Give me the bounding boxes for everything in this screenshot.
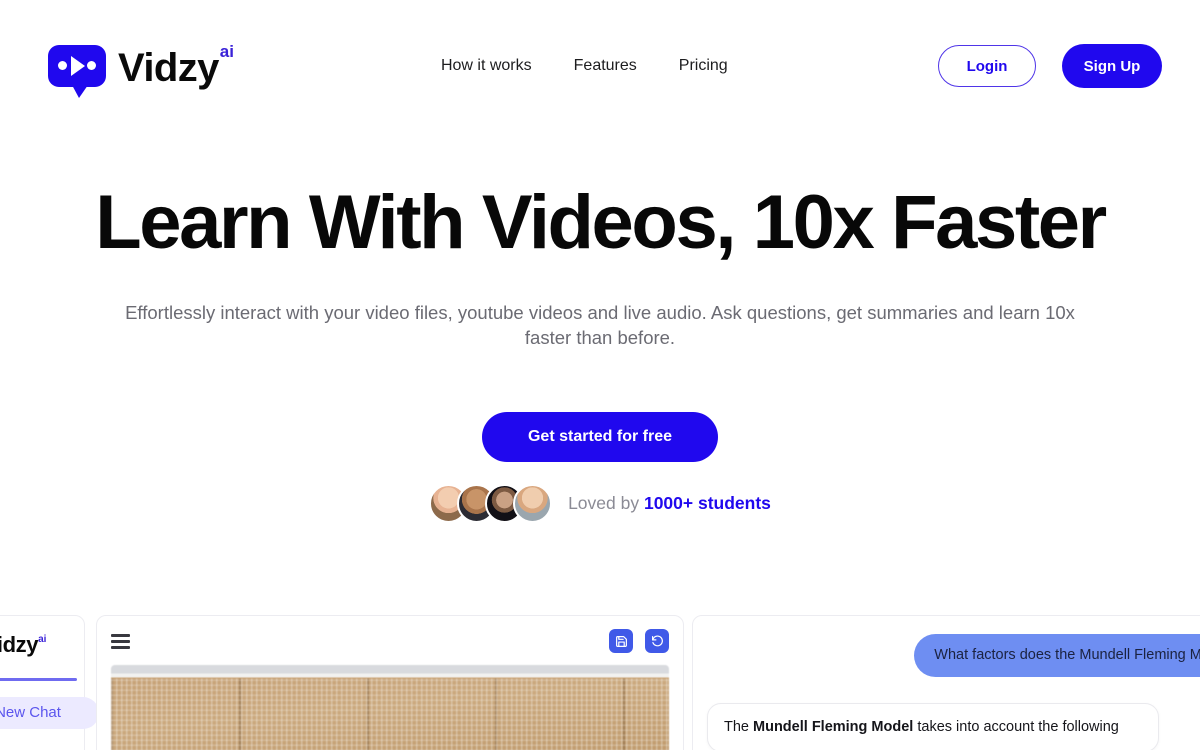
bot-message-prefix: The: [724, 718, 754, 735]
hero-section: Learn With Videos, 10x Faster Effortless…: [0, 132, 1200, 523]
bot-message-bold: Mundell Fleming Model: [753, 718, 914, 735]
sidebar-divider: [0, 678, 77, 681]
hamburger-menu-icon[interactable]: [111, 633, 130, 649]
video-thumbnail[interactable]: [111, 665, 669, 750]
preview-brand-name: Vidzy: [0, 632, 39, 657]
login-button[interactable]: Login: [938, 45, 1036, 87]
header-actions: Login Sign Up: [938, 44, 1162, 88]
avatar: [513, 483, 553, 523]
brand-name: Vidzy: [118, 45, 219, 90]
chat-bot-row: The Mundell Fleming Model takes into acc…: [693, 702, 1200, 750]
main-navigation: How it works Features Pricing: [441, 57, 728, 75]
avatar-group: [429, 483, 553, 523]
reset-button[interactable]: [645, 629, 669, 653]
social-proof-text: Loved by 1000+ students: [568, 493, 771, 514]
chat-user-message: What factors does the Mundell Fleming Mo…: [914, 634, 1200, 677]
social-proof-prefix: Loved by: [568, 492, 644, 513]
preview-sidebar-brand[interactable]: Vidzy ai: [0, 634, 70, 656]
app-preview: Vidzy ai New Chat: [0, 615, 1200, 750]
get-started-button[interactable]: Get started for free: [482, 411, 718, 462]
preview-sidebar: Vidzy ai New Chat: [0, 615, 99, 750]
chat-bot-message: The Mundell Fleming Model takes into acc…: [707, 702, 1159, 750]
signup-button[interactable]: Sign Up: [1062, 44, 1162, 88]
nav-link-pricing[interactable]: Pricing: [679, 57, 728, 75]
nav-link-how-it-works[interactable]: How it works: [441, 57, 532, 75]
bot-message-suffix: takes into account the following: [913, 718, 1119, 735]
page-title: Learn With Videos, 10x Faster: [95, 180, 1107, 265]
landing-page: Vidzy ai How it works Features Pricing L…: [0, 0, 1200, 750]
preview-chat-panel: What factors does the Mundell Fleming Mo…: [692, 615, 1200, 750]
site-header: Vidzy ai How it works Features Pricing L…: [0, 0, 1200, 132]
nav-link-features[interactable]: Features: [574, 57, 637, 75]
preview-brand-superscript: ai: [38, 634, 47, 645]
brand-superscript: ai: [219, 41, 234, 61]
brand-wordmark: Vidzy ai: [118, 40, 234, 88]
video-tool-buttons: [609, 629, 669, 653]
refresh-ccw-icon: [651, 634, 664, 648]
video-chat-bubble-icon: [48, 44, 106, 98]
social-proof: Loved by 1000+ students: [0, 483, 1200, 523]
chat-user-row: What factors does the Mundell Fleming Mo…: [693, 634, 1200, 677]
social-proof-count: 1000+ students: [643, 492, 771, 513]
preview-video-panel: [96, 615, 684, 750]
new-chat-button[interactable]: New Chat: [0, 696, 99, 729]
video-panel-toolbar: [111, 628, 669, 654]
save-button[interactable]: [609, 629, 633, 653]
hero-cta-wrapper: Get started for free: [0, 411, 1200, 462]
brand-logo[interactable]: Vidzy ai: [48, 40, 234, 98]
floppy-disk-icon: [615, 635, 628, 648]
hero-subtitle: Effortlessly interact with your video fi…: [125, 301, 1075, 348]
